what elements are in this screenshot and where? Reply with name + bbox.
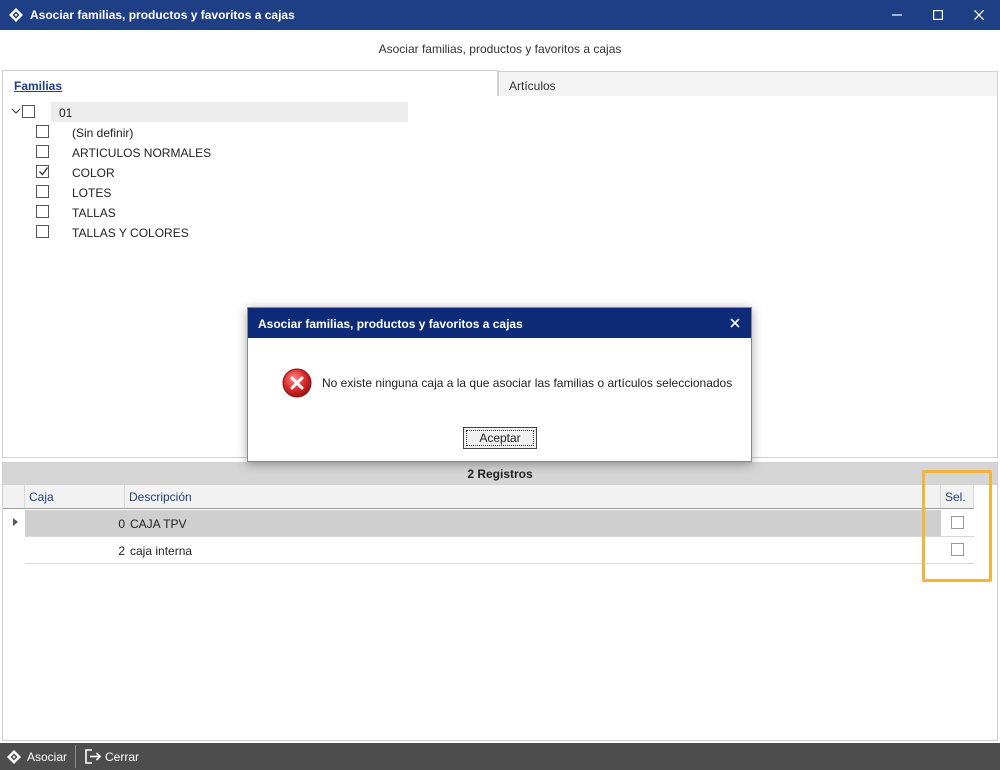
tab-articulos[interactable]: Artículos xyxy=(498,71,998,98)
maximize-icon xyxy=(933,10,943,20)
tree-root-label: 01 xyxy=(59,106,73,120)
tree-item-label[interactable]: COLOR xyxy=(72,166,115,180)
close-icon xyxy=(974,10,984,20)
tab-familias[interactable]: Familias xyxy=(2,70,498,97)
tree-item-label[interactable]: TALLAS Y COLORES xyxy=(72,226,189,240)
close-button[interactable] xyxy=(958,0,1000,30)
current-row-arrow-icon xyxy=(13,518,18,526)
dialog-title: Asociar familias, productos y favoritos … xyxy=(258,317,523,331)
tree-item-checkbox-checked[interactable] xyxy=(36,165,49,178)
tree-item-checkbox[interactable] xyxy=(36,225,49,238)
sel-column-highlight xyxy=(922,470,992,582)
minimize-button[interactable] xyxy=(876,0,918,30)
tab-articulos-label: Artículos xyxy=(509,79,556,93)
row-indicator-header xyxy=(3,485,25,509)
tree-item-label[interactable]: ARTICULOS NORMALES xyxy=(72,146,211,160)
column-header-descripcion[interactable]: Descripción xyxy=(125,485,941,509)
table-row[interactable]: 0 CAJA TPV xyxy=(25,510,974,537)
window-title: Asociar familias, productos y favoritos … xyxy=(30,8,295,22)
app-logo-icon xyxy=(7,750,21,764)
page-subtitle: Asociar familias, productos y favoritos … xyxy=(378,42,622,56)
checkmark-icon xyxy=(39,167,49,176)
grid-record-count: 2 Registros xyxy=(3,463,997,485)
minimize-icon xyxy=(892,14,902,16)
close-icon[interactable] xyxy=(729,317,741,329)
footer-toolbar: Asociar Cerrar xyxy=(0,743,1000,770)
maximize-button[interactable] xyxy=(917,0,959,30)
cerrar-label: Cerrar xyxy=(105,750,140,764)
cerrar-button[interactable]: Cerrar xyxy=(78,743,148,770)
error-icon xyxy=(282,368,312,398)
aceptar-button[interactable]: Aceptar xyxy=(463,427,537,449)
aceptar-label: Aceptar xyxy=(479,431,521,445)
tree-item-label[interactable]: TALLAS xyxy=(72,206,116,220)
exit-icon xyxy=(85,749,102,764)
cell-descripcion: CAJA TPV xyxy=(130,517,187,531)
tab-familias-label: Familias xyxy=(14,79,63,93)
tree-item-label[interactable]: LOTES xyxy=(72,186,111,200)
cell-caja: 0 xyxy=(118,517,125,531)
asociar-label: Asociar xyxy=(27,750,68,764)
tree-item-checkbox[interactable] xyxy=(36,205,49,218)
column-header-caja[interactable]: Caja xyxy=(25,485,125,509)
tree-item-checkbox[interactable] xyxy=(36,125,49,138)
tree-item-checkbox[interactable] xyxy=(36,185,49,198)
cell-caja: 2 xyxy=(118,544,125,558)
chevron-down-icon[interactable] xyxy=(11,106,21,116)
footer-divider xyxy=(75,745,76,768)
window-titlebar: Asociar familias, productos y favoritos … xyxy=(0,0,1000,30)
error-dialog: Asociar familias, productos y favoritos … xyxy=(247,307,752,462)
tree-root-checkbox[interactable] xyxy=(22,105,35,118)
dialog-titlebar: Asociar familias, productos y favoritos … xyxy=(248,308,751,338)
tree-item-checkbox[interactable] xyxy=(36,145,49,158)
tree-root-node[interactable]: 01 xyxy=(51,102,408,122)
cell-descripcion: caja interna xyxy=(130,544,193,558)
dialog-message: No existe ninguna caja a la que asociar … xyxy=(322,376,733,390)
cajas-grid: 2 Registros Caja Descripción Sel. 0 CAJA… xyxy=(2,462,998,741)
tree-item-label[interactable]: (Sin definir) xyxy=(72,126,133,140)
table-row[interactable]: 2 caja interna xyxy=(25,537,974,564)
asociar-button[interactable]: Asociar xyxy=(0,743,74,770)
app-logo-icon xyxy=(9,8,23,22)
